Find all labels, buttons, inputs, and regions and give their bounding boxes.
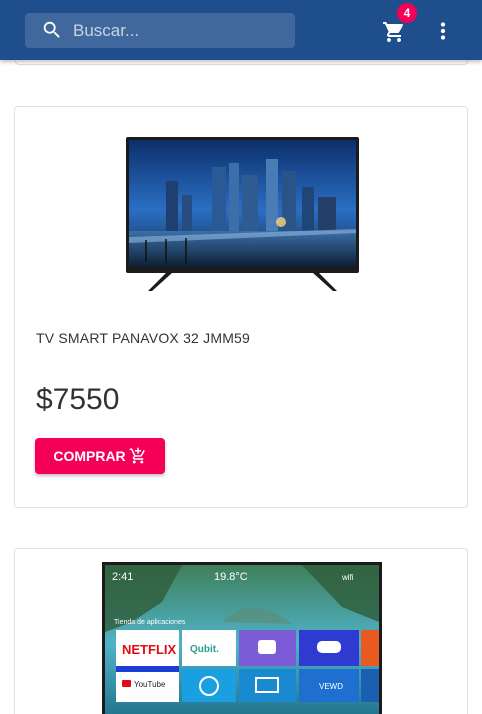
screen-time: 2:41 xyxy=(112,571,133,583)
tile-vewd: VEWD xyxy=(319,682,343,691)
screen-network: wifi xyxy=(341,573,354,582)
product-image[interactable] xyxy=(126,137,359,297)
tile-qubit: Qubit. xyxy=(190,644,219,655)
search-input[interactable] xyxy=(73,13,288,48)
tile-youtube: YouTube xyxy=(134,680,166,689)
shopping-cart-icon xyxy=(383,22,404,42)
product-card: 2:41 19.8°C wifi Tienda de aplicaciones … xyxy=(14,548,468,714)
screen-temperature: 19.8°C xyxy=(214,571,248,583)
screen-section-label: Tienda de aplicaciones xyxy=(114,619,186,626)
product-card: TV SMART PANAVOX 32 JMM59 $7550 COMPRAR xyxy=(14,106,468,508)
cart-button[interactable]: 4 xyxy=(380,3,417,46)
more-vert-icon[interactable] xyxy=(430,18,456,44)
buy-button-label: COMPRAR xyxy=(53,448,126,464)
tile-netflix: NETFLIX xyxy=(122,642,176,657)
product-title: TV SMART PANAVOX 32 JMM59 xyxy=(36,330,251,346)
search-icon xyxy=(43,21,60,38)
cart-count-badge: 4 xyxy=(397,3,417,23)
search-box[interactable] xyxy=(25,13,295,48)
product-image[interactable]: 2:41 19.8°C wifi Tienda de aplicaciones … xyxy=(102,562,382,714)
add-shopping-cart-icon xyxy=(129,447,145,464)
app-bar: 4 xyxy=(0,0,482,60)
product-price: $7550 xyxy=(36,383,120,416)
buy-button[interactable]: COMPRAR xyxy=(35,438,165,474)
